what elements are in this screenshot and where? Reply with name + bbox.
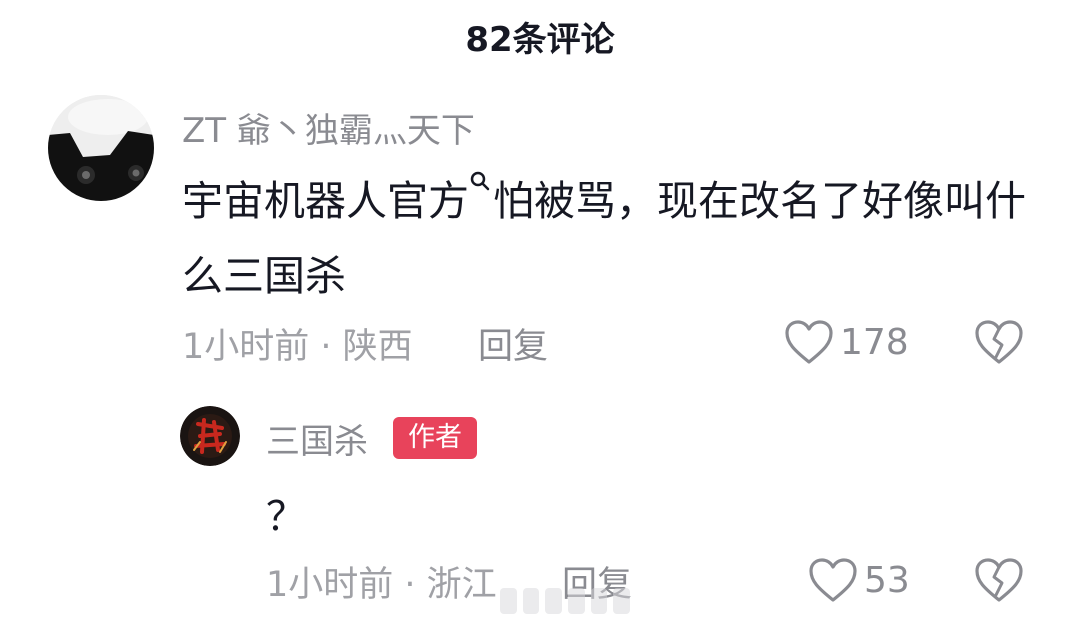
comment-text: 宇宙机器人官方 怕被骂，现在改名了好像叫什么三国杀 bbox=[182, 164, 1042, 314]
like-count: 178 bbox=[840, 321, 909, 363]
black-cat-icon bbox=[48, 95, 154, 201]
heart-icon bbox=[785, 320, 833, 364]
author-badge: 作者 bbox=[393, 417, 477, 459]
comment-text: ？ bbox=[266, 494, 306, 540]
sanguosha-logo-icon bbox=[180, 406, 240, 466]
comments-panel: 82条评论 ZT 爺丶独霸灬天下 宇宙机器人官方 怕被骂，现在改名了好像叫什么三国… bbox=[0, 0, 1080, 626]
comment-text-part: 宇宙机器人官方 bbox=[182, 177, 469, 225]
like-count: 53 bbox=[864, 559, 910, 601]
comment-time-location: 1小时前 · 陕西 bbox=[182, 327, 413, 367]
search-icon[interactable] bbox=[469, 170, 493, 196]
watermark bbox=[500, 588, 631, 614]
broken-heart-icon bbox=[975, 558, 1023, 602]
comments-count-title: 82条评论 bbox=[465, 20, 615, 60]
dislike-button[interactable] bbox=[974, 319, 1024, 369]
heart-icon bbox=[809, 558, 857, 602]
comment-username[interactable]: 三国杀 bbox=[266, 414, 368, 463]
like-button[interactable]: 178 bbox=[784, 318, 909, 366]
reply-button[interactable]: 回复 bbox=[478, 318, 548, 369]
avatar[interactable] bbox=[48, 95, 154, 201]
avatar[interactable] bbox=[180, 406, 240, 466]
dislike-button[interactable] bbox=[974, 557, 1024, 607]
comment-username[interactable]: ZT 爺丶独霸灬天下 bbox=[182, 103, 475, 152]
like-button[interactable]: 53 bbox=[808, 556, 910, 604]
comment-time-location: 1小时前 · 浙江 bbox=[266, 565, 497, 605]
broken-heart-icon bbox=[975, 320, 1023, 364]
